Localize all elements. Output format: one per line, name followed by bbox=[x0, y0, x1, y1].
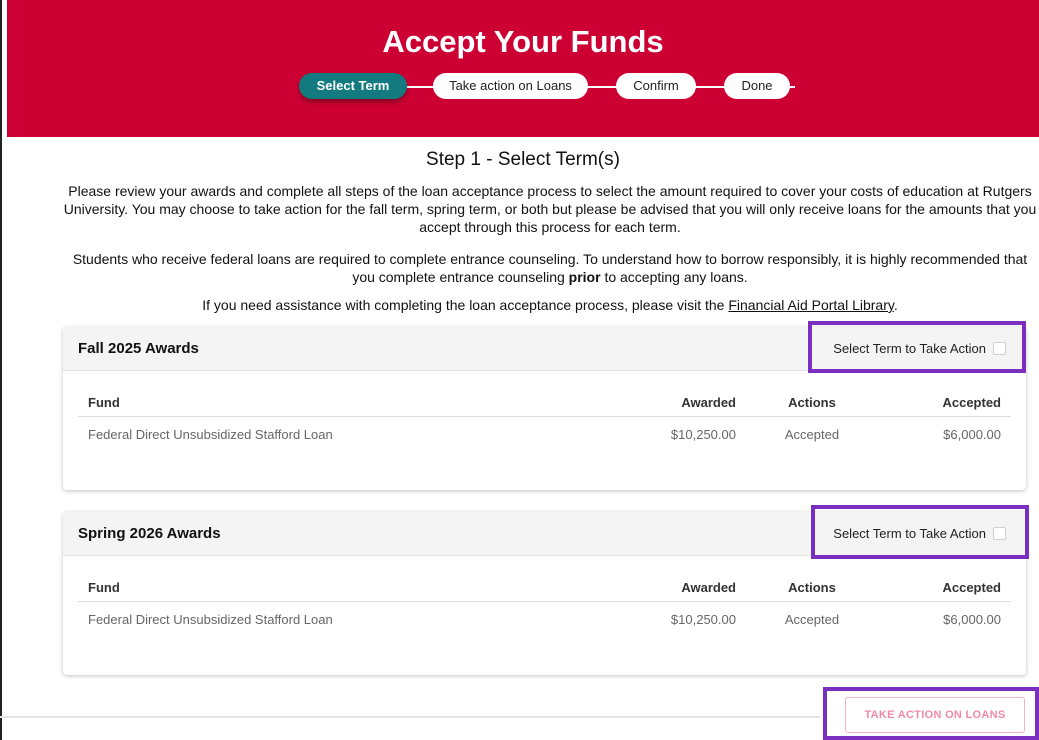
action-status: Accepted bbox=[784, 427, 840, 442]
financial-aid-portal-link[interactable]: Financial Aid Portal Library bbox=[728, 297, 893, 313]
fall-select-term-label: Select Term to Take Action bbox=[833, 341, 986, 356]
table-row: Federal Direct Unsubsidized Stafford Loa… bbox=[78, 422, 1011, 448]
col-actions: Actions bbox=[788, 580, 836, 595]
fall-select-term-checkbox[interactable] bbox=[993, 342, 1006, 355]
fall-select-term[interactable]: Select Term to Take Action bbox=[833, 327, 1006, 370]
fall-card-title: Fall 2025 Awards bbox=[78, 340, 199, 357]
step-heading: Step 1 - Select Term(s) bbox=[426, 149, 620, 170]
spring-awards-card: Spring 2026 Awards Select Term to Take A… bbox=[63, 512, 1026, 675]
spring-select-term-checkbox[interactable] bbox=[993, 527, 1006, 540]
fall-awards-card: Fall 2025 Awards Select Term to Take Act… bbox=[63, 327, 1026, 490]
col-awarded: Awarded bbox=[681, 580, 736, 595]
col-accepted: Accepted bbox=[942, 580, 1001, 595]
accepted-amount: $6,000.00 bbox=[943, 427, 1001, 442]
fund-name: Federal Direct Unsubsidized Stafford Loa… bbox=[88, 427, 333, 442]
col-fund: Fund bbox=[88, 580, 120, 595]
col-fund: Fund bbox=[88, 395, 120, 410]
page-title: Accept Your Funds bbox=[382, 24, 664, 59]
prior-emphasis: prior bbox=[568, 269, 601, 285]
intro-paragraph: Please review your awards and complete a… bbox=[63, 183, 1037, 235]
table-header-row: Fund Awarded Actions Accepted bbox=[78, 390, 1011, 417]
table-header-row: Fund Awarded Actions Accepted bbox=[78, 575, 1011, 602]
fall-awards-table: Fund Awarded Actions Accepted Federal Di… bbox=[78, 390, 1011, 448]
step-select-term[interactable]: Select Term bbox=[299, 73, 407, 99]
spring-card-title: Spring 2026 Awards bbox=[78, 525, 221, 542]
col-accepted: Accepted bbox=[942, 395, 1001, 410]
fund-name: Federal Direct Unsubsidized Stafford Loa… bbox=[88, 612, 333, 627]
table-row: Federal Direct Unsubsidized Stafford Loa… bbox=[78, 607, 1011, 633]
spring-select-term-label: Select Term to Take Action bbox=[833, 526, 986, 541]
progress-stepper: Select Term Take action on Loans Confirm… bbox=[7, 73, 1039, 103]
col-awarded: Awarded bbox=[681, 395, 736, 410]
spring-select-term[interactable]: Select Term to Take Action bbox=[833, 512, 1006, 555]
step-done[interactable]: Done bbox=[724, 73, 790, 99]
spring-card-header: Spring 2026 Awards Select Term to Take A… bbox=[63, 512, 1026, 556]
step-confirm[interactable]: Confirm bbox=[616, 73, 696, 99]
spring-awards-table: Fund Awarded Actions Accepted Federal Di… bbox=[78, 575, 1011, 633]
counseling-paragraph: Students who receive federal loans are r… bbox=[72, 251, 1028, 285]
action-status: Accepted bbox=[784, 612, 840, 627]
bottom-divider bbox=[0, 716, 820, 718]
step-take-action[interactable]: Take action on Loans bbox=[433, 73, 588, 99]
fall-card-header: Fall 2025 Awards Select Term to Take Act… bbox=[63, 327, 1026, 371]
accepted-amount: $6,000.00 bbox=[943, 612, 1001, 627]
col-actions: Actions bbox=[788, 395, 836, 410]
awarded-amount: $10,250.00 bbox=[670, 612, 736, 627]
page-header: Accept Your Funds Select Term Take actio… bbox=[7, 0, 1039, 137]
awarded-amount: $10,250.00 bbox=[670, 427, 736, 442]
assistance-paragraph: If you need assistance with completing t… bbox=[202, 297, 898, 313]
window-edge bbox=[0, 0, 2, 740]
take-action-on-loans-button[interactable]: TAKE ACTION ON LOANS bbox=[845, 697, 1025, 733]
